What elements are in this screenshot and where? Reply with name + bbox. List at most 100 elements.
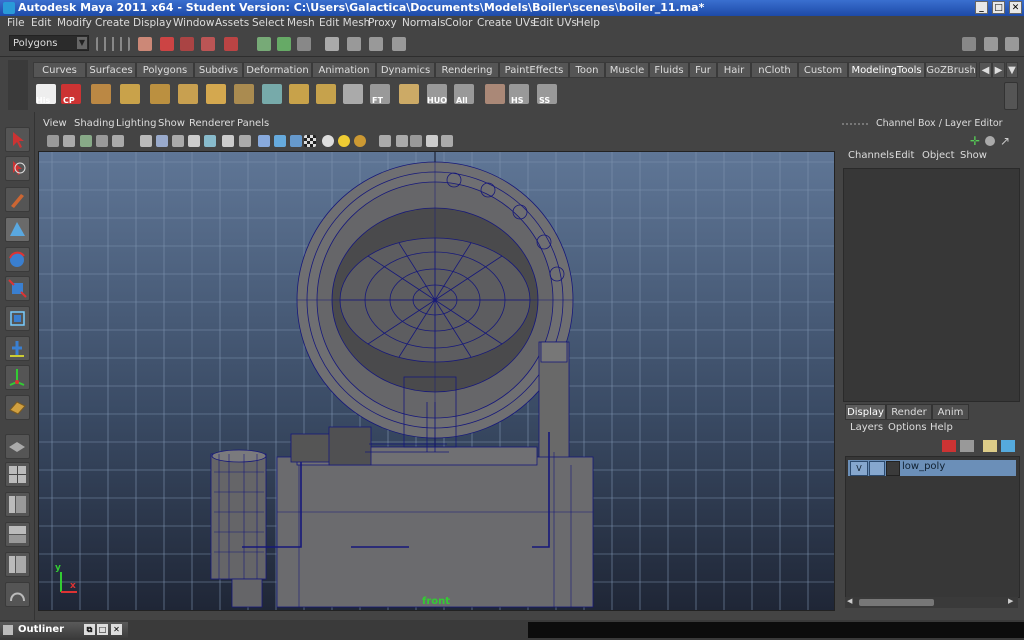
layout-single-perspective-icon[interactable] (5, 434, 30, 459)
channel-box-panel[interactable] (843, 168, 1020, 402)
history-icon[interactable] (257, 37, 271, 51)
light-icon[interactable] (338, 135, 350, 147)
layer-display-type-toggle[interactable] (869, 461, 885, 476)
xray-icon[interactable] (188, 135, 200, 147)
outliner-panel-tab[interactable]: Outliner ⧉ □ ✕ (0, 622, 128, 638)
delete-history-icon[interactable] (91, 84, 111, 104)
menu-modify[interactable]: Modify (57, 17, 92, 29)
minimize-button[interactable]: _ (975, 1, 988, 14)
camera-attributes-icon[interactable] (63, 135, 75, 147)
layer-menu-help[interactable]: Help (930, 422, 953, 433)
soft-modification-icon[interactable] (5, 336, 30, 361)
menu-create[interactable]: Create (95, 17, 130, 29)
tab-painteffects[interactable]: PaintEffects (499, 62, 569, 78)
use-all-lights-icon[interactable] (239, 135, 251, 147)
close-button[interactable]: ✕ (1009, 1, 1022, 14)
input-ops-icon[interactable] (277, 37, 291, 51)
tab-polygons[interactable]: Polygons (136, 62, 194, 78)
combine-icon[interactable] (262, 84, 282, 104)
isolate-select-icon[interactable] (204, 135, 216, 147)
menu-proxy[interactable]: Proxy (368, 17, 397, 29)
wireframe-on-shaded-icon[interactable] (172, 135, 184, 147)
shelf-scrollbar[interactable] (1004, 82, 1018, 110)
last-tool-icon[interactable] (5, 395, 30, 420)
layout-persp-outliner-icon[interactable] (5, 492, 30, 517)
vp-menu-shading[interactable]: Shading (74, 118, 115, 129)
snap-curve-icon[interactable] (224, 37, 238, 51)
checker-icon[interactable] (304, 135, 316, 147)
append-polygon-icon[interactable] (178, 84, 198, 104)
tool-settings-icon[interactable] (984, 37, 998, 51)
channel-box-toggle-icon[interactable] (985, 136, 995, 146)
layout-persp-graph-icon[interactable] (5, 522, 30, 547)
menu-file[interactable]: File (7, 17, 25, 29)
menu-mesh[interactable]: Mesh (287, 17, 315, 29)
tab-hair[interactable]: Hair (717, 62, 751, 78)
select-tool-icon[interactable] (5, 127, 30, 152)
attribute-editor-toggle-icon[interactable]: ↗ (1000, 134, 1010, 148)
scroll-left-arrow-icon[interactable]: ◀ (847, 597, 852, 605)
tab-fur[interactable]: Fur (689, 62, 717, 78)
menu-help[interactable]: Help (576, 17, 600, 29)
outliner-close-button[interactable]: ✕ (111, 624, 122, 635)
high-quality-icon[interactable] (274, 135, 286, 147)
scrollbar-thumb[interactable] (859, 599, 934, 606)
merge-icon[interactable] (289, 84, 309, 104)
tab-subdivs[interactable]: Subdivs (194, 62, 243, 78)
select-object-icon[interactable] (160, 37, 174, 51)
textured-icon[interactable] (222, 135, 234, 147)
menu-edit-mesh[interactable]: Edit Mesh (319, 17, 370, 29)
menu-create-uvs[interactable]: Create UVs (477, 17, 536, 29)
tab-dynamics[interactable]: Dynamics (376, 62, 435, 78)
tab-toon[interactable]: Toon (569, 62, 605, 78)
split-polygon-icon[interactable] (206, 84, 226, 104)
menu-assets[interactable]: Assets (215, 17, 249, 29)
select-camera-icon[interactable] (379, 135, 391, 147)
bridge-icon[interactable] (150, 84, 170, 104)
menu-normals[interactable]: Normals (402, 17, 445, 29)
vp-menu-lighting[interactable]: Lighting (116, 118, 156, 129)
select-component-icon[interactable] (180, 37, 194, 51)
new-layer-from-selected-icon[interactable] (1001, 440, 1015, 452)
vp-menu-view[interactable]: View (43, 118, 67, 129)
tab-gozbrush[interactable]: GoZBrush (925, 62, 977, 78)
move-layer-down-icon[interactable] (960, 440, 974, 452)
scale-tool-icon[interactable] (5, 276, 30, 301)
layer-list-scrollbar[interactable]: ◀ ▶ (845, 597, 1018, 608)
tab-anim[interactable]: Anim (932, 404, 969, 420)
cb-menu-channels[interactable]: Channels (848, 150, 894, 161)
mirror-icon[interactable] (343, 84, 363, 104)
tab-display[interactable]: Display (845, 404, 886, 420)
cb-menu-object[interactable]: Object (922, 150, 955, 161)
viewport-canvas[interactable] (39, 152, 834, 610)
menu-edit-uvs[interactable]: Edit UVs (533, 17, 577, 29)
menu-edit[interactable]: Edit (31, 17, 51, 29)
front-viewport[interactable]: y x front (38, 151, 835, 611)
tab-custom[interactable]: Custom (798, 62, 848, 78)
layout-four-view-icon[interactable] (5, 462, 30, 487)
menu-display[interactable]: Display (133, 17, 172, 29)
render-view-icon[interactable] (325, 37, 339, 51)
new-empty-layer-icon[interactable] (983, 440, 997, 452)
universal-manipulator-icon[interactable] (5, 306, 30, 331)
layer-color-swatch[interactable] (886, 461, 900, 476)
tab-modelingtools[interactable]: ModelingTools (848, 62, 925, 78)
shelf-scroll-left-button[interactable]: ◀ (979, 62, 992, 78)
cb-menu-show[interactable]: Show (960, 150, 987, 161)
render-current-icon[interactable] (347, 37, 361, 51)
tab-rendering[interactable]: Rendering (435, 62, 499, 78)
layer-row[interactable]: V low_poly (848, 460, 1016, 476)
snap-together-icon[interactable] (399, 84, 419, 104)
move-layer-up-icon[interactable] (942, 440, 956, 452)
layer-name[interactable]: low_poly (902, 461, 945, 472)
menu-color[interactable]: Color (445, 17, 472, 29)
default-material-icon[interactable] (322, 135, 334, 147)
cb-menu-edit[interactable]: Edit (895, 150, 914, 161)
outliner-restore-button[interactable]: □ (97, 624, 108, 635)
tab-deformation[interactable]: Deformation (243, 62, 312, 78)
paint-select-tool-icon[interactable] (5, 187, 30, 212)
ambient-occlusion-icon[interactable] (354, 135, 366, 147)
tab-surfaces[interactable]: Surfaces (86, 62, 136, 78)
layout-hypershade-icon[interactable] (5, 552, 30, 577)
smooth-shade-icon[interactable] (156, 135, 168, 147)
